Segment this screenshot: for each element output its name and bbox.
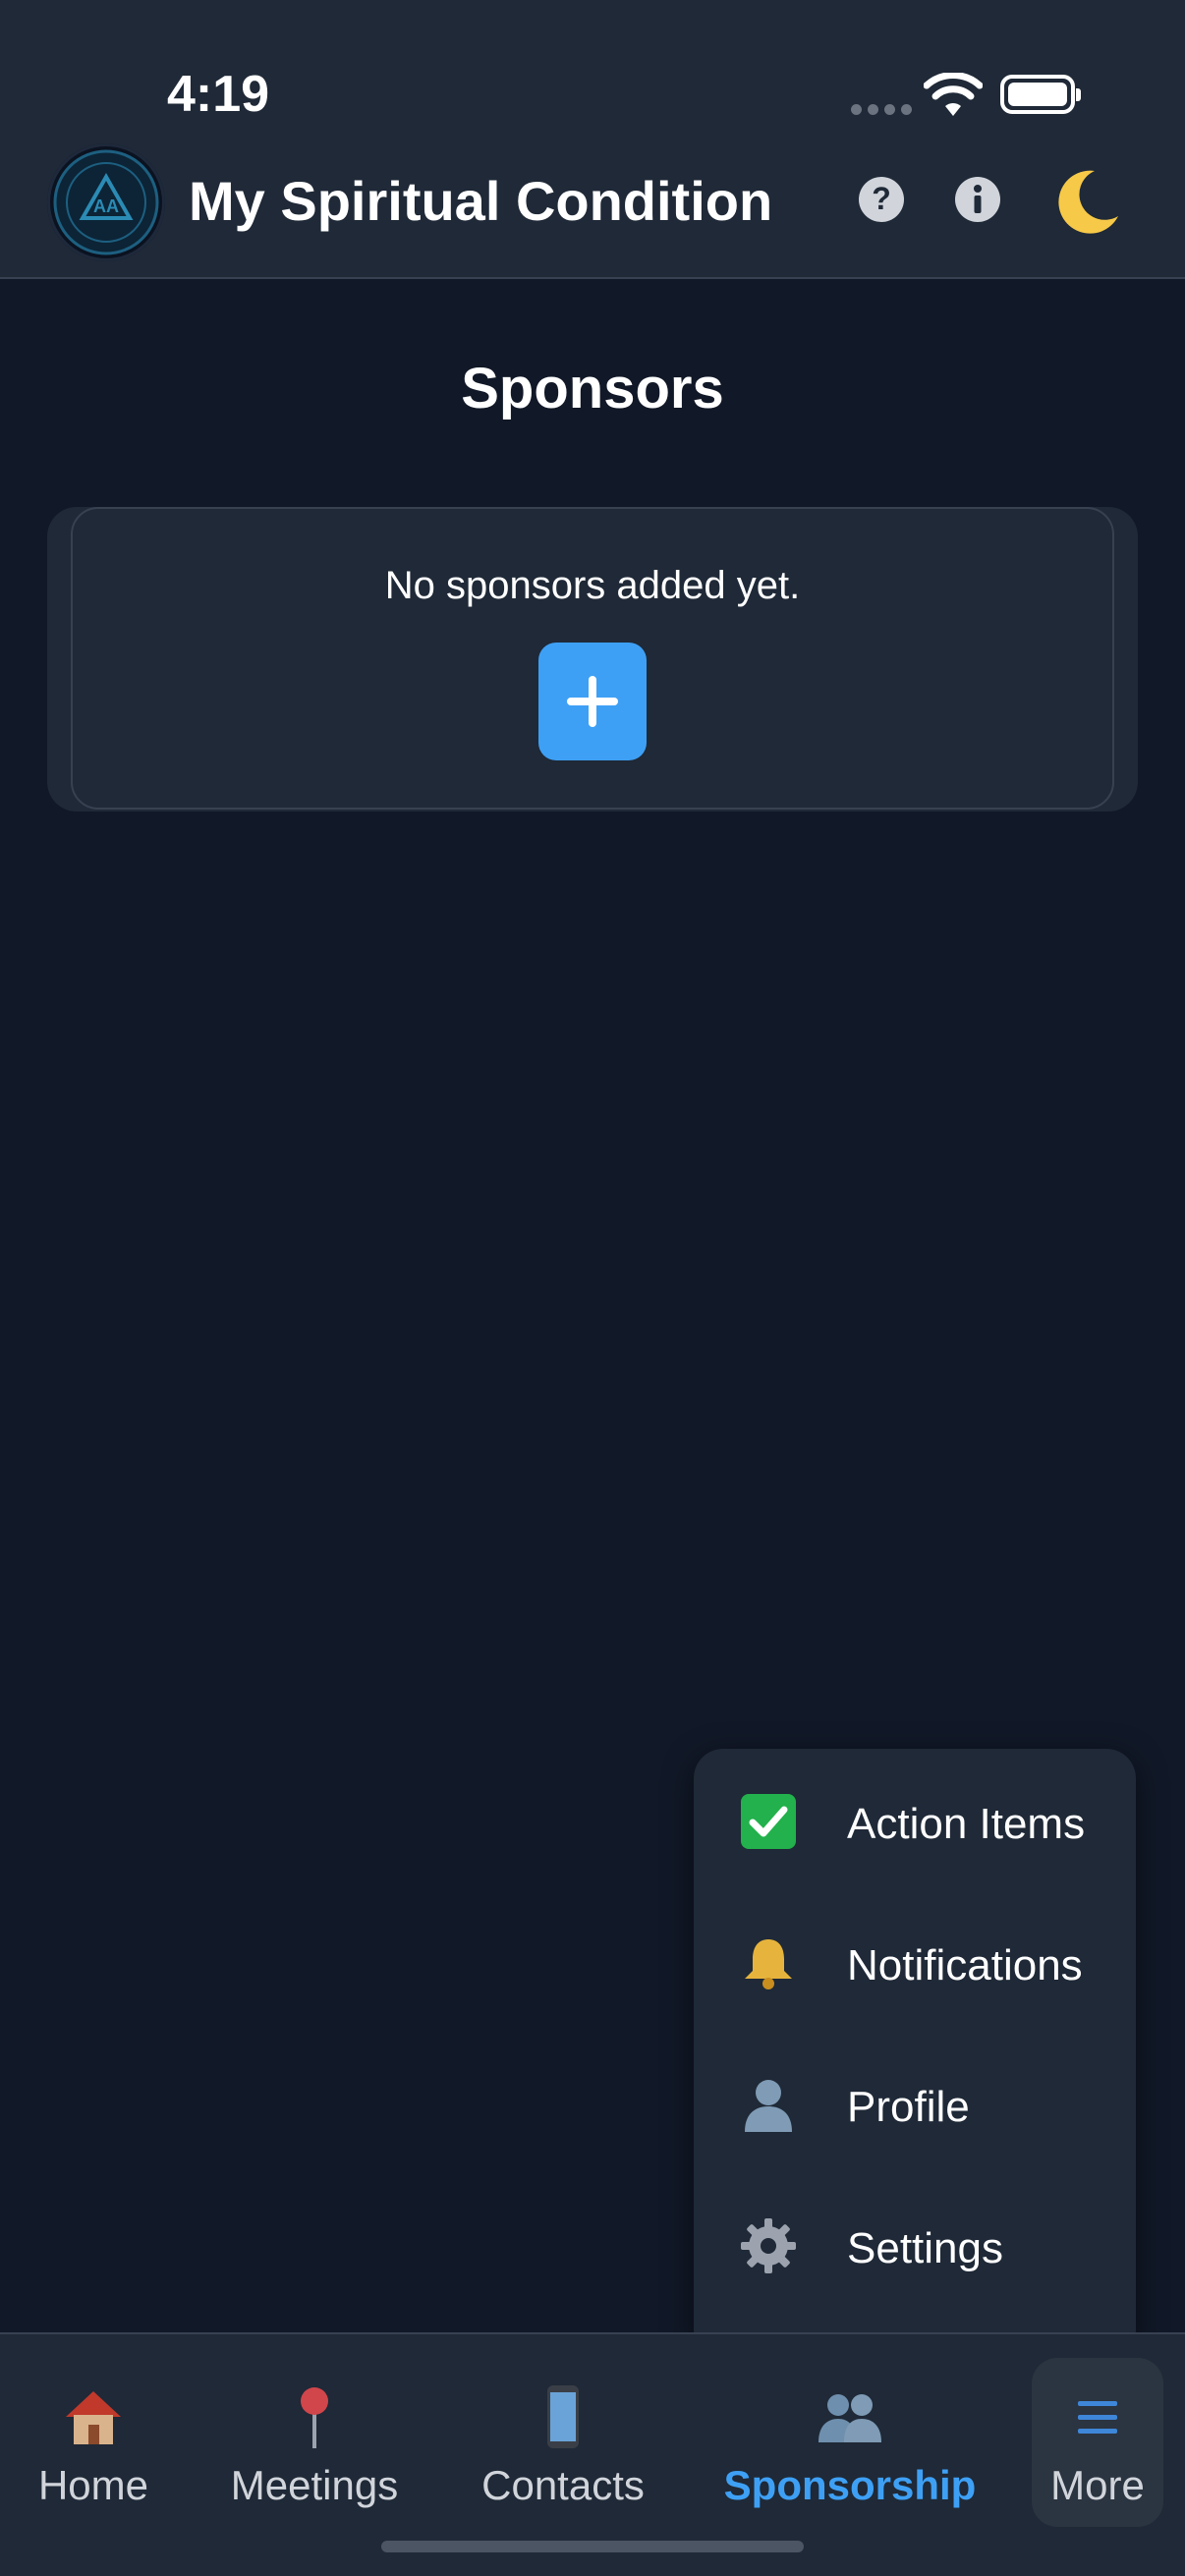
gear-icon — [741, 2218, 796, 2273]
tab-sponsorship[interactable]: Sponsorship — [711, 2364, 988, 2521]
help-icon[interactable]: ? — [857, 175, 906, 224]
menu-item-label: Profile — [847, 2083, 970, 2131]
tab-contacts[interactable]: Contacts — [462, 2364, 664, 2521]
menu-item-label: Settings — [847, 2224, 1003, 2272]
tab-label: Home — [37, 2462, 149, 2508]
empty-state-message: No sponsors added yet. — [384, 564, 801, 607]
bell-icon — [745, 1939, 792, 1989]
app-header: 4:19 AA My Spiritual Condition ? — [0, 0, 1185, 279]
check-box-icon — [741, 1794, 796, 1849]
phone-icon — [547, 2385, 579, 2448]
cellular-signal-icon — [851, 104, 912, 115]
menu-item-label: Notifications — [847, 1941, 1083, 1989]
menu-icon — [1078, 2401, 1117, 2434]
moon-icon[interactable] — [1049, 165, 1124, 240]
more-popup-menu: Action Items Notifications Profile Setti… — [694, 1749, 1136, 2360]
person-icon — [745, 2080, 792, 2132]
menu-item-profile[interactable]: Profile — [694, 2032, 1136, 2173]
tab-label: Meetings — [230, 2462, 399, 2508]
tab-label: Contacts — [481, 2462, 645, 2508]
info-icon[interactable] — [953, 175, 1002, 224]
menu-item-notifications[interactable]: Notifications — [694, 1890, 1136, 2032]
page-title: Sponsors — [461, 357, 724, 420]
people-icon — [818, 2394, 881, 2442]
app-title: My Spiritual Condition — [189, 170, 773, 232]
menu-item-label: Action Items — [847, 1800, 1086, 1848]
battery-icon — [1000, 75, 1081, 114]
home-indicator[interactable] — [381, 2541, 804, 2552]
menu-item-settings[interactable]: Settings — [694, 2173, 1136, 2315]
plus-icon — [567, 676, 618, 727]
tab-label: Sponsorship — [723, 2462, 977, 2508]
tab-home[interactable]: Home — [20, 2364, 167, 2521]
tab-label: More — [1050, 2462, 1145, 2508]
svg-text:?: ? — [872, 181, 891, 216]
menu-item-action-items[interactable]: Action Items — [694, 1749, 1136, 1890]
house-icon — [66, 2391, 121, 2444]
tab-more[interactable]: More — [1032, 2358, 1163, 2527]
tab-meetings[interactable]: Meetings — [216, 2364, 413, 2521]
svg-text:AA: AA — [93, 196, 119, 216]
add-sponsor-button[interactable] — [538, 643, 647, 760]
app-logo: AA — [47, 143, 165, 261]
status-time: 4:19 — [167, 66, 270, 123]
pin-icon — [301, 2387, 328, 2448]
wifi-icon — [924, 73, 983, 116]
